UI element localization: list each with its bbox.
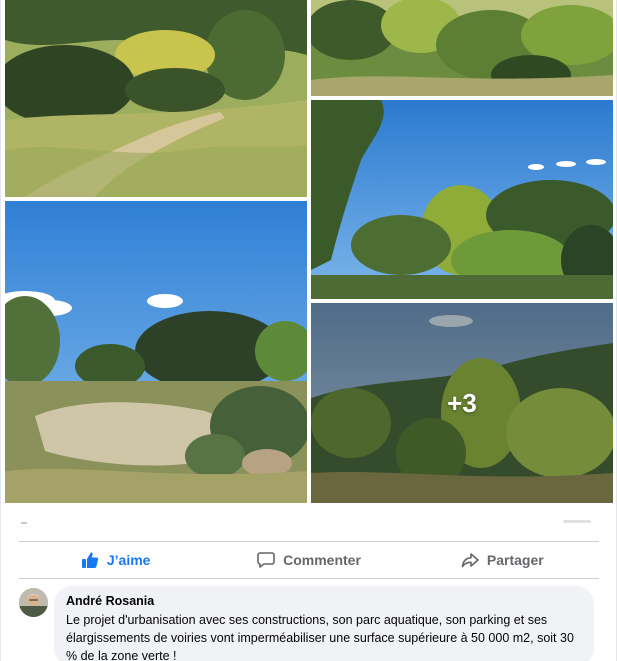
reactions-summary: [19, 518, 599, 528]
photo-forest-more[interactable]: +3: [311, 303, 613, 503]
reactions-mark: [21, 522, 27, 524]
photo-canopy-sky[interactable]: [311, 100, 613, 299]
post-card: +3 J’aime Commenter Partager André Rosan…: [0, 0, 617, 661]
photo-green-trees[interactable]: [311, 0, 613, 96]
share-label: Partager: [486, 552, 544, 568]
post-actions-bar: J’aime Commenter Partager: [19, 543, 599, 577]
divider-bottom: [19, 578, 599, 579]
speech-bubble-icon: [257, 552, 275, 568]
comment-button[interactable]: Commenter: [212, 543, 405, 577]
comment-text: Le projet d'urbanisation avec ses constr…: [66, 613, 574, 661]
more-photos-count: +3: [447, 387, 477, 418]
comment-item: André Rosania Le projet d'urbanisation a…: [19, 586, 599, 661]
comment-author[interactable]: André Rosania: [66, 594, 582, 609]
comment-label: Commenter: [283, 552, 361, 568]
comments-count-mark: [563, 520, 591, 523]
comment-bubble: André Rosania Le projet d'urbanisation a…: [54, 586, 594, 661]
divider-top: [19, 541, 599, 542]
like-label: J’aime: [106, 552, 151, 568]
avatar[interactable]: [19, 588, 48, 617]
share-button[interactable]: Partager: [406, 543, 599, 577]
like-button[interactable]: J’aime: [19, 543, 212, 577]
more-photos-overlay[interactable]: +3: [311, 303, 613, 503]
share-arrow-icon: [461, 553, 479, 568]
thumbs-up-icon: [81, 552, 98, 568]
photo-path-scrubland[interactable]: [5, 0, 307, 197]
photo-rocks-sky[interactable]: [5, 201, 307, 503]
